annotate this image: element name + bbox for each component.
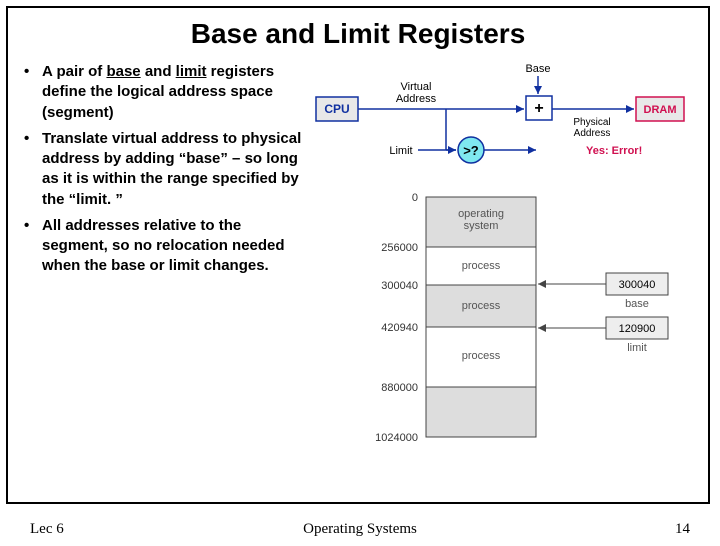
tick-3: 420940 [381, 322, 418, 334]
error-label: Yes: Error! [586, 145, 642, 157]
bullet-list: A pair of base and limit registers defin… [16, 62, 306, 492]
base-label: Base [525, 63, 550, 75]
tick-0: 0 [412, 192, 418, 204]
base-value: 300040 [619, 279, 656, 291]
limit-label: Limit [389, 145, 412, 157]
memory-map-diagram: operating system process process process… [306, 187, 696, 487]
compare-icon: >? [463, 143, 479, 158]
content-row: A pair of base and limit registers defin… [8, 62, 708, 492]
virtual-label: Virtual [401, 81, 432, 93]
footer: Lec 6 Operating Systems 14 [0, 521, 720, 538]
limit-value: 120900 [619, 323, 656, 335]
bullet-2: Translate virtual address to physical ad… [24, 129, 306, 210]
paddress-label: Address [574, 128, 611, 139]
seg-p3: process [462, 350, 501, 362]
bullet-1: A pair of base and limit registers defin… [24, 62, 306, 123]
slide-frame: Base and Limit Registers A pair of base … [6, 6, 710, 504]
tick-5: 1024000 [375, 432, 418, 444]
seg-p1: process [462, 260, 501, 272]
footer-center: Operating Systems [0, 521, 720, 538]
limit-caption: limit [627, 342, 647, 354]
tick-4: 880000 [381, 382, 418, 394]
base-caption: base [625, 298, 649, 310]
svg-text:system: system [464, 220, 499, 232]
physical-label: Physical [573, 117, 610, 128]
slide-title: Base and Limit Registers [8, 18, 708, 50]
plus-icon: + [534, 100, 543, 117]
pipeline-diagram: CPU Virtual Address Base + Physical Addr… [306, 62, 696, 182]
address-label: Address [396, 93, 437, 105]
cpu-label: CPU [324, 102, 349, 116]
seg-os: operating [458, 208, 504, 220]
bullet-3: All addresses relative to the segment, s… [24, 216, 306, 277]
dram-label: DRAM [644, 104, 677, 116]
diagram-area: CPU Virtual Address Base + Physical Addr… [306, 62, 700, 492]
tick-1: 256000 [381, 242, 418, 254]
tick-2: 300040 [381, 280, 418, 292]
seg-p2: process [462, 300, 501, 312]
